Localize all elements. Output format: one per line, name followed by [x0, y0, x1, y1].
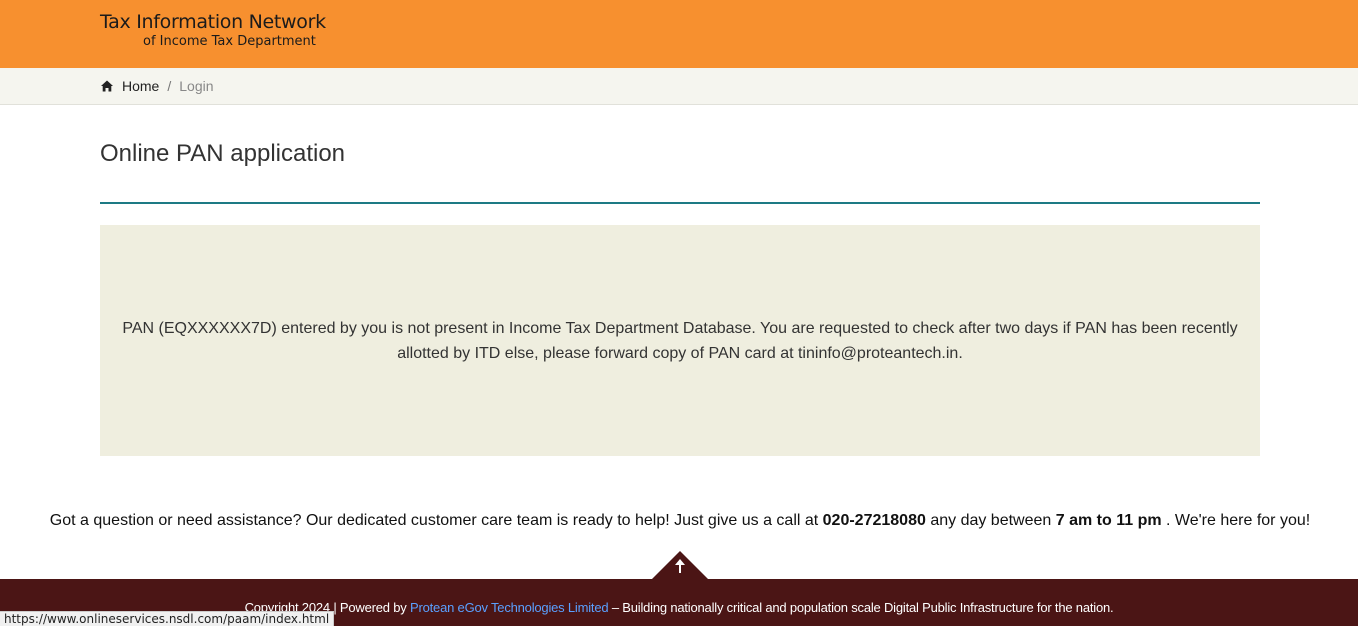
help-text-middle: any day between — [925, 512, 1056, 529]
breadcrumb-separator: / — [167, 78, 172, 94]
site-header: Tax Information Network of Income Tax De… — [0, 0, 1358, 68]
page-title: Online PAN application — [100, 140, 346, 167]
status-bar-url: https://www.onlineservices.nsdl.com/paam… — [0, 611, 335, 626]
tin-logo[interactable]: Tax Information Network of Income Tax De… — [100, 11, 326, 50]
help-text-intro: Got a question or need assistance? Our d… — [49, 512, 823, 529]
footer-text-outro: – Building nationally critical and popul… — [608, 600, 1114, 615]
scroll-to-top-button[interactable] — [651, 551, 709, 580]
title-divider — [100, 202, 1260, 204]
error-message-text: PAN (EQXXXXXX7D) entered by you is not p… — [122, 319, 1238, 362]
home-icon[interactable] — [100, 79, 114, 93]
arrow-up-icon — [651, 551, 709, 580]
help-hours: 7 am to 11 pm — [1055, 512, 1162, 529]
breadcrumb-home-link[interactable]: Home — [122, 78, 159, 94]
logo-title: Tax Information Network — [100, 11, 326, 33]
breadcrumb-current: Login — [179, 78, 214, 94]
breadcrumb-bar: Home / Login — [0, 68, 1358, 105]
customer-care-notice: Got a question or need assistance? Our d… — [0, 512, 1358, 530]
help-text-outro: . We're here for you! — [1161, 512, 1311, 529]
footer-protean-link[interactable]: Protean eGov Technologies Limited — [410, 600, 609, 615]
breadcrumb: Home / Login — [100, 78, 214, 94]
error-message-panel: PAN (EQXXXXXX7D) entered by you is not p… — [100, 225, 1260, 456]
help-phone-number: 020-27218080 — [822, 512, 926, 529]
logo-subtitle: of Income Tax Department — [143, 34, 316, 49]
